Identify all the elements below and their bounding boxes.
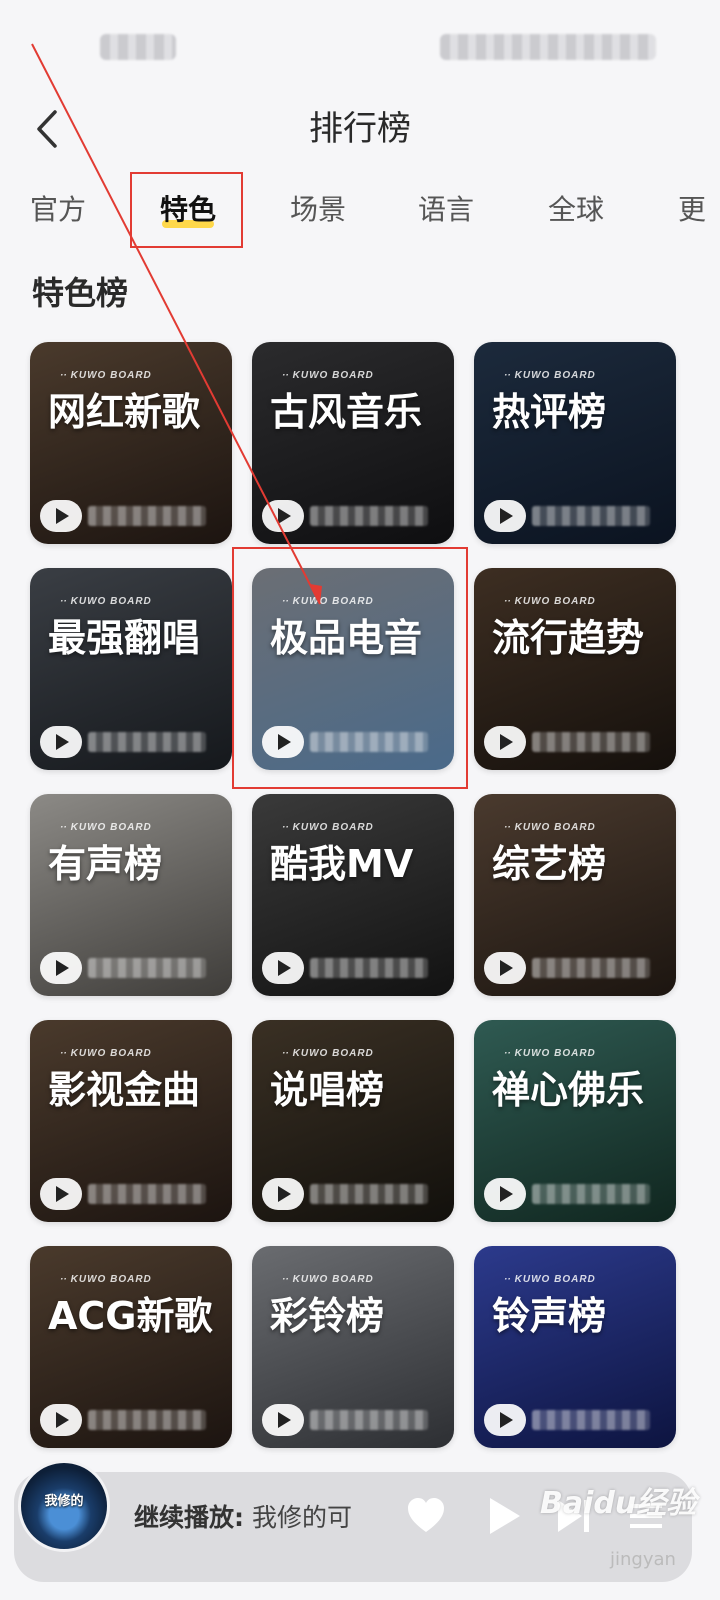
play-icon[interactable] [262, 1404, 304, 1436]
chart-card[interactable]: KUWO BOARD 说唱榜 [252, 1020, 454, 1222]
brand-label: KUWO BOARD [282, 822, 374, 833]
brand-label: KUWO BOARD [60, 1048, 152, 1059]
page-title: 排行榜 [309, 109, 411, 149]
play-icon[interactable] [484, 952, 526, 984]
play-icon[interactable] [40, 500, 82, 532]
chart-name: 彩铃榜 [270, 1294, 385, 1338]
play-icon[interactable] [40, 952, 82, 984]
chart-name: 极品电音 [270, 616, 423, 660]
play-icon[interactable] [262, 952, 304, 984]
chart-name: 最强翻唱 [48, 616, 201, 660]
baidu-watermark: Baidu经验 [540, 1486, 697, 1521]
chart-card[interactable]: KUWO BOARD 网红新歌 [30, 342, 232, 544]
chart-name: 流行趋势 [492, 616, 645, 660]
play-icon[interactable] [40, 1178, 82, 1210]
play-count [310, 506, 428, 526]
brand-label: KUWO BOARD [282, 370, 374, 381]
section-title: 特色榜 [32, 274, 129, 312]
chart-card[interactable]: KUWO BOARD ACG新歌 [30, 1246, 232, 1448]
play-count [310, 732, 428, 752]
player-track: 我修的可 [251, 1503, 352, 1532]
status-time [100, 34, 176, 60]
tab-global[interactable]: 全球 [548, 188, 604, 232]
play-icon[interactable] [262, 726, 304, 758]
play-icon[interactable] [484, 500, 526, 532]
chart-card[interactable]: KUWO BOARD 综艺榜 [474, 794, 676, 996]
now-playing[interactable]: 继续播放: 我修的可 [134, 1498, 374, 1538]
play-icon[interactable] [40, 1404, 82, 1436]
chart-name: 酷我MV [270, 842, 414, 886]
brand-label: KUWO BOARD [60, 370, 152, 381]
chart-name: 铃声榜 [492, 1294, 607, 1338]
play-icon[interactable] [40, 726, 82, 758]
cover-text: 我修的 [44, 1494, 84, 1509]
play-count [310, 1184, 428, 1204]
play-count [88, 1184, 206, 1204]
play-count [310, 1410, 428, 1430]
brand-label: KUWO BOARD [282, 1274, 374, 1285]
chart-card[interactable]: KUWO BOARD 酷我MV [252, 794, 454, 996]
chart-name: 有声榜 [48, 842, 163, 886]
play-count [532, 958, 650, 978]
brand-label: KUWO BOARD [504, 822, 596, 833]
play-icon[interactable] [484, 1404, 526, 1436]
chart-name: 影视金曲 [48, 1068, 201, 1112]
chart-card[interactable]: KUWO BOARD 有声榜 [30, 794, 232, 996]
play-count [88, 958, 206, 978]
brand-label: KUWO BOARD [60, 1274, 152, 1285]
chart-card[interactable]: KUWO BOARD 古风音乐 [252, 342, 454, 544]
chart-name: 古风音乐 [270, 390, 423, 434]
play-icon[interactable] [484, 726, 526, 758]
chart-card[interactable]: KUWO BOARD 禅心佛乐 [474, 1020, 676, 1222]
play-count [310, 958, 428, 978]
chart-card[interactable]: KUWO BOARD 流行趋势 [474, 568, 676, 770]
chart-card[interactable]: KUWO BOARD 彩铃榜 [252, 1246, 454, 1448]
brand-label: KUWO BOARD [282, 596, 374, 607]
chart-name: 禅心佛乐 [492, 1068, 645, 1112]
tab-more[interactable]: 更 [678, 188, 706, 232]
play-count [88, 1410, 206, 1430]
brand-label: KUWO BOARD [504, 1274, 596, 1285]
play-icon[interactable] [484, 1178, 526, 1210]
chart-name: 热评榜 [492, 390, 607, 434]
chart-name: 说唱榜 [270, 1068, 385, 1112]
play-count [88, 732, 206, 752]
chart-name: 综艺榜 [492, 842, 607, 886]
chart-card[interactable]: KUWO BOARD 影视金曲 [30, 1020, 232, 1222]
play-count [532, 1410, 650, 1430]
play-count [88, 506, 206, 526]
album-cover[interactable]: 我修的 [18, 1460, 110, 1552]
brand-label: KUWO BOARD [504, 1048, 596, 1059]
play-count [532, 1184, 650, 1204]
play-icon[interactable] [482, 1494, 526, 1538]
brand-label: KUWO BOARD [504, 596, 596, 607]
chart-card[interactable]: KUWO BOARD 最强翻唱 [30, 568, 232, 770]
brand-label: KUWO BOARD [60, 596, 152, 607]
tab-official[interactable]: 官方 [30, 188, 86, 232]
tab-featured[interactable]: 特色 [160, 188, 216, 232]
brand-label: KUWO BOARD [60, 822, 152, 833]
watermark-sub: jingyan [610, 1549, 676, 1570]
play-icon[interactable] [262, 500, 304, 532]
play-icon[interactable] [262, 1178, 304, 1210]
chart-name: 网红新歌 [48, 390, 201, 434]
heart-icon[interactable] [404, 1494, 448, 1538]
status-bar [0, 0, 720, 90]
chart-card[interactable]: KUWO BOARD 热评榜 [474, 342, 676, 544]
category-tabs: 官方 特色 场景 语言 全球 更 [0, 180, 720, 250]
brand-label: KUWO BOARD [282, 1048, 374, 1059]
play-count [532, 506, 650, 526]
status-icons [440, 34, 656, 60]
brand-label: KUWO BOARD [504, 370, 596, 381]
tab-language[interactable]: 语言 [418, 188, 474, 232]
chart-card[interactable]: KUWO BOARD 极品电音 [252, 568, 454, 770]
chart-name: ACG新歌 [48, 1294, 213, 1338]
chart-card[interactable]: KUWO BOARD 铃声榜 [474, 1246, 676, 1448]
tab-scene[interactable]: 场景 [290, 188, 346, 232]
player-prefix: 继续播放: [134, 1503, 244, 1532]
play-count [532, 732, 650, 752]
header: 排行榜 [0, 90, 720, 170]
